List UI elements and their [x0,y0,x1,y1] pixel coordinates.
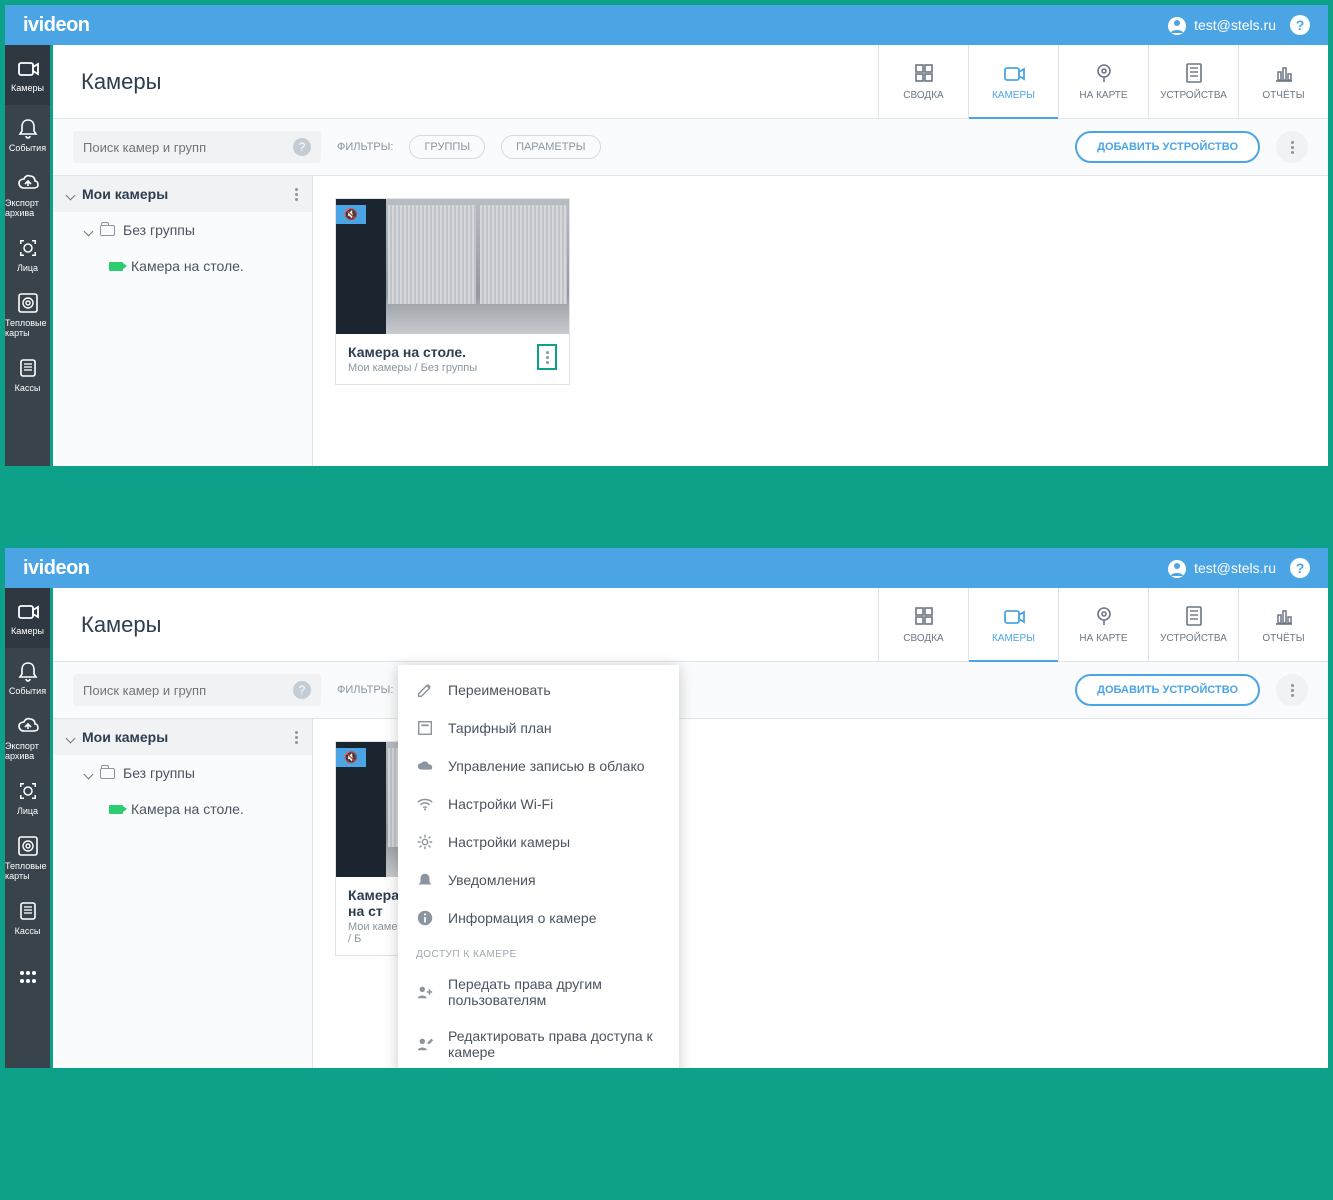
search-input[interactable] [83,140,293,155]
page-title: Камеры [53,588,878,661]
tab-map[interactable]: НА КАРТЕ [1058,588,1148,661]
menu-wifi[interactable]: Настройки Wi-Fi [398,785,679,823]
camera-preview[interactable]: 🔇 [336,199,569,334]
menu-share[interactable]: Передать права другим пользователям [398,966,679,1018]
screenshot-before: ivideon test@stels.ru ? Камеры События Э… [5,5,1328,466]
sidebar-item-more[interactable] [5,948,50,1008]
chevron-down-icon [67,729,74,745]
menu-edit-rights[interactable]: Редактировать права доступа к камере [398,1018,679,1068]
sidebar-item-faces[interactable]: Лица [5,225,50,285]
search-box[interactable]: ? [73,131,321,163]
tree-root[interactable]: Мои камеры [53,176,312,212]
sidebar-item-events[interactable]: События [5,105,50,165]
tab-map[interactable]: НА КАРТЕ [1058,45,1148,118]
search-help-icon[interactable]: ? [293,138,311,156]
app-topbar: ivideon test@stels.ru ? [5,5,1328,45]
tab-reports[interactable]: ОТЧЁТЫ [1238,45,1328,118]
brand-logo: ivideon [23,557,90,580]
tab-cameras[interactable]: КАМЕРЫ [968,45,1058,118]
user-account[interactable]: test@stels.ru [1166,558,1276,578]
toolbar-more-button[interactable] [1276,674,1308,706]
search-input[interactable] [83,683,293,698]
camera-grid: 🔇 Камера на столе. Мои камеры / Без груп… [313,176,1328,466]
tree-panel: Мои камеры Без группы Камера на столе. [53,719,313,1068]
tree-more-icon[interactable] [295,731,298,744]
mute-icon: 🔇 [336,748,366,767]
tab-summary[interactable]: СВОДКА [878,45,968,118]
sidebar-item-cameras[interactable]: Камеры [5,588,50,648]
help-button[interactable]: ? [1290,15,1310,35]
user-icon [1166,558,1186,578]
sidebar-item-pos[interactable]: Кассы [5,888,50,948]
menu-settings[interactable]: Настройки камеры [398,823,679,861]
menu-cloud[interactable]: Управление записью в облако [398,747,679,785]
sidebar-item-pos[interactable]: Кассы [5,345,50,405]
filter-groups[interactable]: ГРУППЫ [409,135,485,159]
tab-devices[interactable]: УСТРОЙСТВА [1148,45,1238,118]
add-device-button[interactable]: ДОБАВИТЬ УСТРОЙСТВО [1075,674,1260,706]
user-icon [1166,15,1186,35]
menu-notifications[interactable]: Уведомления [398,861,679,899]
brand-logo: ivideon [23,14,90,37]
user-email: test@stels.ru [1194,17,1276,33]
tree-camera[interactable]: Камера на столе. [53,791,312,827]
filter-params[interactable]: ПАРАМЕТРЫ [501,135,600,159]
camera-card[interactable]: 🔇 Камера на столе. Мои камеры / Без груп… [335,198,570,385]
mute-icon: 🔇 [336,205,366,224]
tab-cameras[interactable]: КАМЕРЫ [968,588,1058,661]
user-email: test@stels.ru [1194,560,1276,576]
toolbar-more-button[interactable] [1276,131,1308,163]
camera-more-button[interactable] [537,344,557,370]
search-box[interactable]: ? [73,674,321,706]
filters-label: ФИЛЬТРЫ: [337,141,393,153]
menu-section-access: ДОСТУП К КАМЕРЕ [398,937,679,966]
tree-group[interactable]: Без группы [53,212,312,248]
sidebar-item-events[interactable]: События [5,648,50,708]
camera-path: Мои камеры / Без группы [348,362,477,374]
sidebar-item-cameras[interactable]: Камеры [5,45,50,105]
tree-group[interactable]: Без группы [53,755,312,791]
tree-root[interactable]: Мои камеры [53,719,312,755]
menu-rename[interactable]: Переименовать [398,671,679,709]
tree-camera[interactable]: Камера на столе. [53,248,312,284]
add-device-button[interactable]: ДОБАВИТЬ УСТРОЙСТВО [1075,131,1260,163]
filters-label: ФИЛЬТРЫ: [337,684,393,696]
page-title: Камеры [53,45,878,118]
user-account[interactable]: test@stels.ru [1166,15,1276,35]
sidebar-item-faces[interactable]: Лица [5,768,50,828]
tab-summary[interactable]: СВОДКА [878,588,968,661]
tree-panel: Мои камеры Без группы Камера на столе. [53,176,313,466]
toolbar: ? ФИЛЬТРЫ: ГРУППЫ ПАРАМЕТРЫ ДОБАВИТЬ УСТ… [53,119,1328,176]
camera-name: Камера на столе. [348,344,477,360]
tree-more-icon[interactable] [295,188,298,201]
help-button[interactable]: ? [1290,558,1310,578]
sidebar-item-export[interactable]: Экспорт архива [5,708,50,768]
menu-info[interactable]: Информация о камере [398,899,679,937]
camera-context-menu: Переименовать Тарифный план Управление з… [398,665,679,1068]
sidebar-item-export[interactable]: Экспорт архива [5,165,50,225]
folder-icon [100,225,115,236]
chevron-down-icon [67,186,74,202]
camera-grid: 🔇 Камера на ст Мои камеры / Б Переименов… [313,719,1328,1068]
menu-tariff[interactable]: Тарифный план [398,709,679,747]
app-topbar: ivideon test@stels.ru ? [5,548,1328,588]
camera-online-icon [109,262,123,271]
chevron-down-icon [85,765,92,781]
tab-reports[interactable]: ОТЧЁТЫ [1238,588,1328,661]
arrow-indicator [642,470,692,542]
folder-icon [100,768,115,779]
tab-devices[interactable]: УСТРОЙСТВА [1148,588,1238,661]
page-header: Камеры СВОДКА КАМЕРЫ НА КАРТЕ УСТРОЙСТВА… [53,588,1328,662]
camera-online-icon [109,805,123,814]
left-sidebar: Камеры События Экспорт архива Лица Тепло… [5,45,53,466]
page-header: Камеры СВОДКА КАМЕРЫ НА КАРТЕ УСТРОЙСТВА… [53,45,1328,119]
left-sidebar: Камеры События Экспорт архива Лица Тепло… [5,588,53,1068]
chevron-down-icon [85,222,92,238]
search-help-icon[interactable]: ? [293,681,311,699]
sidebar-item-heatmaps[interactable]: Тепловые карты [5,285,50,345]
screenshot-after: ivideon test@stels.ru ? Камеры События Э… [5,548,1328,1068]
toolbar: ? ФИЛЬТРЫ: ГРУ ДОБАВИТЬ УСТРОЙСТВО [53,662,1328,719]
sidebar-item-heatmaps[interactable]: Тепловые карты [5,828,50,888]
